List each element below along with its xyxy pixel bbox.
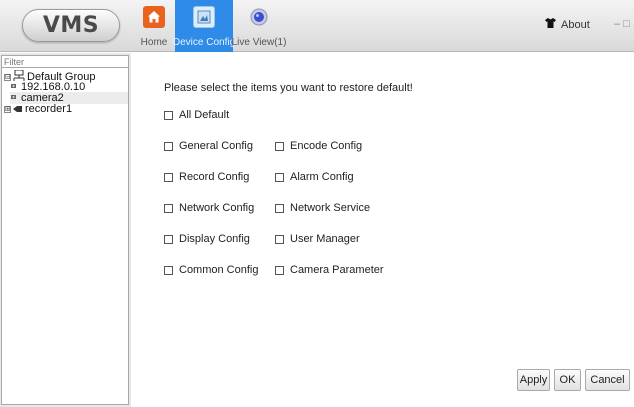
tree-node-label: recorder1 [25,103,73,115]
checkbox-label: Network Service [290,202,371,214]
collapse-icon[interactable]: ⊟ [4,73,11,81]
recorder-icon [13,103,22,115]
about-button[interactable]: About [545,18,590,31]
device-tree: ⊟ Default Group 192.168.0.10 camera2 ⊞ r… [1,68,129,405]
checkbox-alarm-config[interactable]: Alarm Config [275,171,354,183]
tab-device-config-label: Device Config [172,37,236,48]
checkbox-all-default[interactable]: All Default [164,109,229,121]
device-tree-panel: ⊟ Default Group 192.168.0.10 camera2 ⊞ r… [0,53,131,407]
checkbox-label: Record Config [179,171,250,183]
shirt-icon [545,18,556,31]
checkbox-camera-parameter[interactable]: Camera Parameter [275,264,384,276]
checkbox-box[interactable] [275,141,284,151]
checkbox-common-config[interactable]: Common Config [164,264,258,276]
device-config-icon [193,6,215,28]
checkbox-network-service[interactable]: Network Service [275,202,370,214]
checkbox-label: Network Config [179,202,255,214]
restore-default-panel: Please select the items you want to rest… [131,53,634,407]
checkbox-label: User Manager [290,233,360,245]
checkbox-general-config[interactable]: General Config [164,140,253,152]
checkbox-user-manager[interactable]: User Manager [275,233,360,245]
checkbox-network-config[interactable]: Network Config [164,202,254,214]
window-controls[interactable]: – □ [614,18,630,30]
restore-prompt: Please select the items you want to rest… [164,82,413,94]
tab-live-view[interactable]: Live View(1) [231,0,287,52]
checkbox-encode-config[interactable]: Encode Config [275,140,362,152]
checkbox-label: Alarm Config [290,171,354,183]
tab-home[interactable]: Home [134,0,174,52]
checkbox-box[interactable] [275,234,284,244]
checkbox-label: Common Config [179,264,259,276]
tab-live-view-label: Live View(1) [231,37,287,48]
checkbox-label: General Config [179,140,253,152]
checkbox-label: Camera Parameter [290,264,384,276]
checkbox-box[interactable] [275,265,284,275]
checkbox-label: Encode Config [290,140,363,152]
checkbox-box[interactable] [275,172,284,182]
ok-button[interactable]: OK [554,369,581,391]
filter-input[interactable] [1,55,129,68]
expand-icon[interactable]: ⊞ [4,105,11,113]
checkbox-box[interactable] [164,141,173,151]
checkbox-box[interactable] [164,110,173,120]
about-label: About [561,18,590,31]
tab-home-label: Home [140,37,168,48]
top-toolbar: VMS Home Device Config Live View(1) Abou… [0,0,634,52]
checkbox-box[interactable] [164,265,173,275]
vms-logo: VMS [22,9,120,42]
checkbox-label: All Default [179,109,230,121]
live-view-icon [248,6,270,28]
checkbox-box[interactable] [275,203,284,213]
cancel-button[interactable]: Cancel [585,369,630,391]
tree-node-recorder[interactable]: ⊞ recorder1 [4,103,72,115]
checkbox-record-config[interactable]: Record Config [164,171,249,183]
checkbox-box[interactable] [164,234,173,244]
tab-device-config[interactable]: Device Config [172,0,236,52]
logo-text: VMS [42,13,100,38]
checkbox-box[interactable] [164,172,173,182]
checkbox-label: Display Config [179,233,250,245]
checkbox-box[interactable] [164,203,173,213]
home-icon [143,6,165,28]
checkbox-display-config[interactable]: Display Config [164,233,250,245]
apply-button[interactable]: Apply [517,369,550,391]
